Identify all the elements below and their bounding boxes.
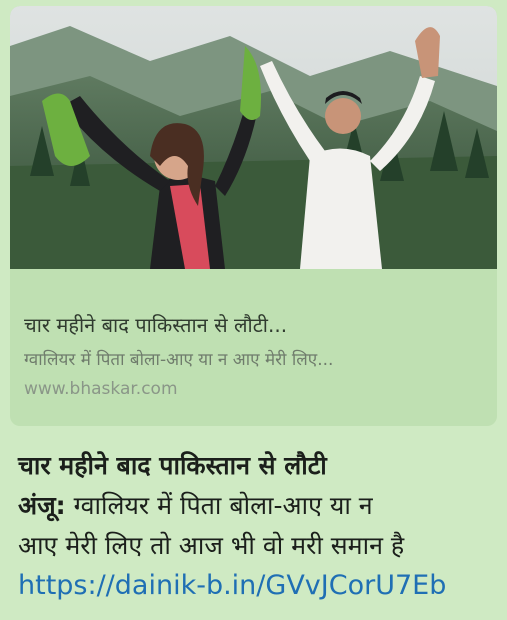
message-link[interactable]: https://dainik-b.in/GVvJCorU7Eb: [18, 570, 446, 601]
preview-image[interactable]: [10, 6, 497, 269]
message-line-3: आए मेरी लिए तो आज भी वो मरी समान है: [18, 531, 405, 560]
link-preview-title: चार महीने बाद पाकिस्तान से लौटी...: [24, 313, 288, 337]
link-preview-text[interactable]: चार महीने बाद पाकिस्तान से लौटी... ग्वाल…: [10, 269, 497, 426]
preview-photo: [10, 6, 497, 269]
message-headline: चार महीने बाद पाकिस्तान से लौटी: [18, 451, 327, 480]
link-preview-domain: www.bhaskar.com: [24, 379, 178, 399]
message-lead-bold: अंजू:: [18, 491, 66, 520]
message-line-2: अंजू: ग्वालियर में पिता बोला-आए या न: [18, 486, 493, 526]
message-body: चार महीने बाद पाकिस्तान से लौटी अंजू: ग्…: [18, 446, 493, 606]
message-line-2-rest: ग्वालियर में पिता बोला-आए या न: [65, 491, 373, 520]
link-preview-card[interactable]: चार महीने बाद पाकिस्तान से लौटी... ग्वाल…: [10, 6, 497, 426]
message-bubble: चार महीने बाद पाकिस्तान से लौटी... ग्वाल…: [0, 0, 507, 620]
link-preview-description: ग्वालियर में पिता बोला-आए या न आए मेरी ल…: [24, 350, 334, 370]
